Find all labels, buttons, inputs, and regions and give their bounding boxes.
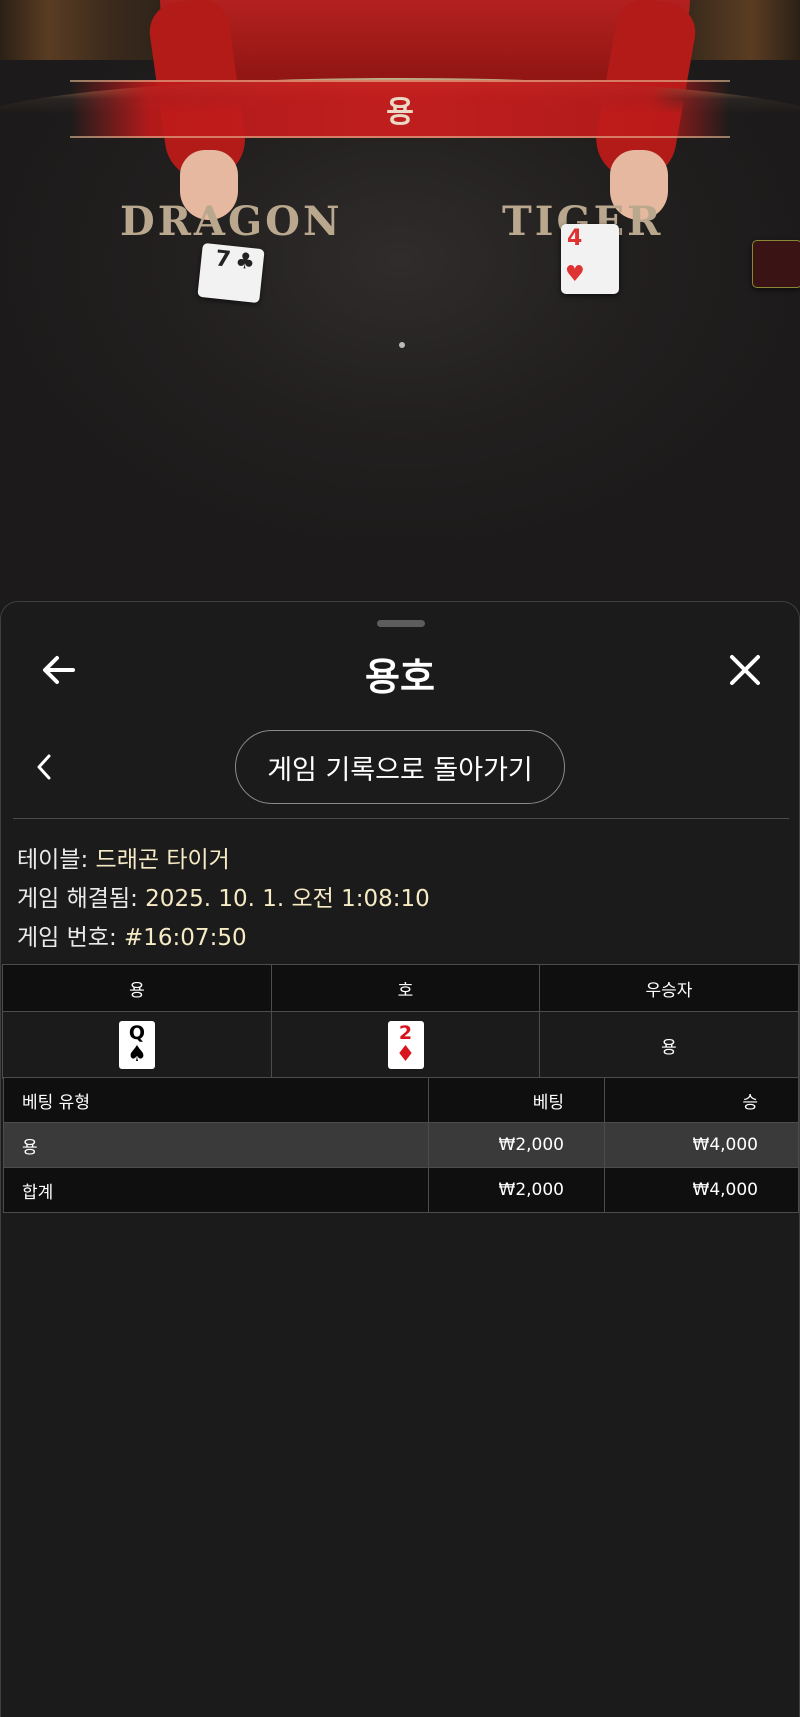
bet-table: 베팅 유형 베팅 승 용 ₩2,000 ₩4,000 합계 ₩2,000 ₩4,… xyxy=(3,1077,799,1213)
table-row: 용 ₩2,000 ₩4,000 xyxy=(3,1122,799,1168)
dragon-result-card: Q ♠ xyxy=(119,1021,155,1069)
resolved-value: 2025. 10. 1. 오전 1:08:10 xyxy=(145,886,430,912)
resolved-label: 게임 해결됨: xyxy=(17,886,146,912)
chevron-left-icon[interactable] xyxy=(31,752,57,782)
tiger-card-cell: 2 ♦ xyxy=(271,1011,540,1079)
dragon-table-card: 7 ♣ xyxy=(197,242,265,304)
game-number-value: #16:07:50 xyxy=(124,925,247,951)
result-header-tiger: 호 xyxy=(271,964,540,1012)
total-bet-cell: ₩2,000 xyxy=(428,1167,605,1213)
result-banner-text: 용 xyxy=(386,95,414,130)
bet-header-bet: 베팅 xyxy=(428,1077,605,1123)
drag-handle[interactable] xyxy=(377,620,425,627)
result-row: Q ♠ 2 ♦ 용 xyxy=(2,1011,799,1079)
table-center-dot xyxy=(399,342,405,348)
divider xyxy=(13,818,789,819)
win-amount-cell: ₩4,000 xyxy=(604,1122,799,1168)
table-value: 드래곤 타이거 xyxy=(95,847,230,873)
game-details-sheet: 용호 게임 기록으로 돌아가기 테이블: 드래곤 타이거 게임 해결됨: 202… xyxy=(0,601,800,1717)
discard-card xyxy=(752,240,800,288)
table-label: 테이블: xyxy=(17,847,96,873)
back-to-history-button[interactable]: 게임 기록으로 돌아가기 xyxy=(235,730,565,804)
spade-icon: ♠ xyxy=(127,1042,147,1067)
close-icon[interactable] xyxy=(725,650,765,690)
game-number-info: 게임 번호: #16:07:50 xyxy=(17,918,247,952)
total-label-cell: 합계 xyxy=(3,1167,429,1213)
result-header-dragon: 용 xyxy=(2,964,272,1012)
tiger-card-rank: 2 xyxy=(398,1022,413,1044)
bet-header-row: 베팅 유형 베팅 승 xyxy=(3,1077,799,1123)
winner-cell: 용 xyxy=(539,1011,799,1079)
resolved-info: 게임 해결됨: 2025. 10. 1. 오전 1:08:10 xyxy=(17,879,430,913)
bet-type-cell: 용 xyxy=(3,1122,429,1168)
total-win-cell: ₩4,000 xyxy=(604,1167,799,1213)
diamond-icon: ♦ xyxy=(395,1042,416,1067)
tiger-result-card: 2 ♦ xyxy=(387,1021,424,1069)
tiger-table-card: 4 ♥ xyxy=(561,224,619,294)
dragon-card-rank: Q xyxy=(128,1022,146,1044)
page-title: 용호 xyxy=(365,655,435,699)
bet-header-win: 승 xyxy=(604,1077,799,1123)
dragon-card-cell: Q ♠ xyxy=(2,1011,272,1079)
bet-header-type: 베팅 유형 xyxy=(3,1077,429,1123)
result-header-row: 용 호 우승자 xyxy=(2,964,799,1012)
table-row: 합계 ₩2,000 ₩4,000 xyxy=(3,1167,799,1213)
dragon-felt-label: DRAGON xyxy=(120,198,343,245)
result-header-winner: 우승자 xyxy=(539,964,799,1012)
live-video-feed: 용 DRAGON TIGER 7 ♣ 4 ♥ xyxy=(0,0,800,600)
bet-amount-cell: ₩2,000 xyxy=(428,1122,605,1168)
table-info: 테이블: 드래곤 타이거 xyxy=(17,840,230,874)
result-table: 용 호 우승자 Q ♠ 2 ♦ 용 xyxy=(2,964,799,1079)
result-banner: 용 xyxy=(70,80,730,138)
game-number-label: 게임 번호: xyxy=(17,925,125,951)
